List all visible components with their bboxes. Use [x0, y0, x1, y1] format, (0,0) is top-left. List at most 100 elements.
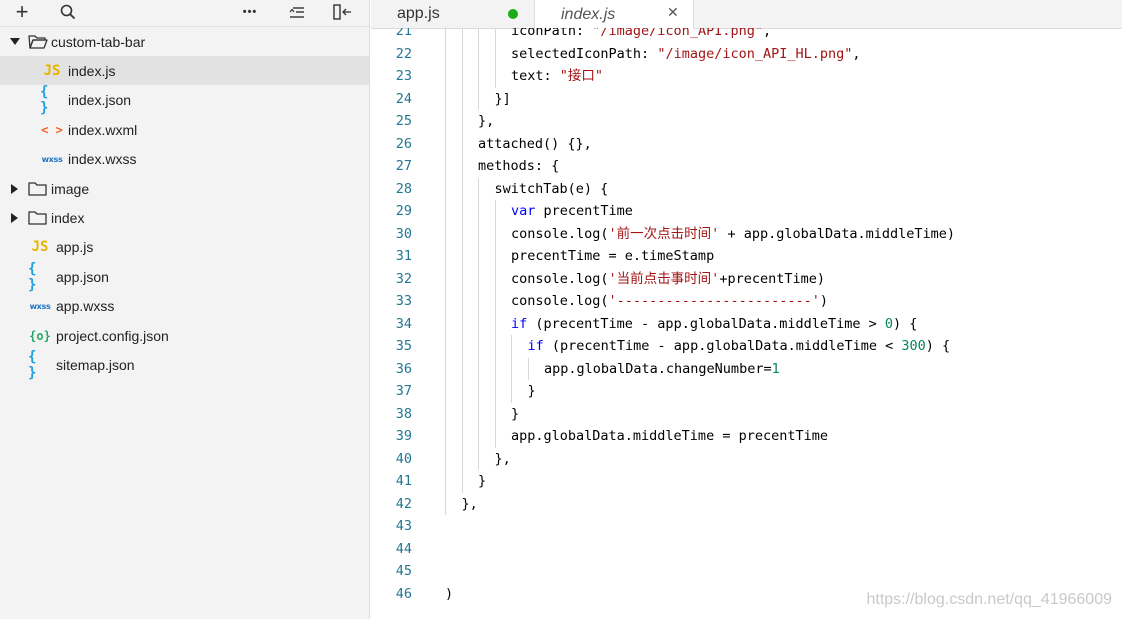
indent-guide — [494, 357, 496, 380]
tree-item-label: index.wxml — [68, 121, 138, 138]
code-line[interactable]: 45 — [371, 560, 1122, 582]
indent-guide — [478, 28, 479, 43]
indent-guide — [445, 380, 446, 403]
tree-item-app-json[interactable]: { } app.json — [0, 260, 369, 293]
code-line[interactable]: 41} — [371, 470, 1122, 493]
line-number: 42 — [395, 495, 412, 512]
wxml-file-icon: < > — [41, 122, 63, 137]
code-line[interactable]: 29 var precentTime — [371, 200, 1122, 223]
indent-guide — [461, 65, 463, 88]
code-text: }] — [495, 88, 511, 110]
code-line[interactable]: 24}] — [371, 87, 1122, 110]
tree-item-label: project.config.json — [56, 327, 169, 344]
line-number: 33 — [395, 293, 412, 309]
line-number: 27 — [395, 158, 412, 174]
code-token: 300 — [901, 338, 926, 354]
chevron-right-icon[interactable] — [5, 183, 25, 194]
tree-item-app-js[interactable]: JS app.js — [0, 233, 369, 262]
code-line[interactable]: 36 app.globalData.changeNumber=1 — [371, 357, 1122, 380]
code-line[interactable]: 27 methods: { — [371, 155, 1122, 178]
code-line[interactable]: 44 — [371, 538, 1122, 560]
tab-app-js[interactable]: app.js — [371, 0, 534, 28]
code-line[interactable]: 31 precentTime = e.timeStamp — [371, 245, 1122, 268]
code-token: precentTime — [535, 203, 633, 219]
tree-item-index-json[interactable]: { } index.json — [0, 84, 369, 116]
code-token: (precentTime - app.globalData.middleTime… — [543, 338, 902, 354]
indent-guide — [494, 402, 496, 425]
tab-index-js[interactable]: index.js ✕ — [534, 0, 694, 29]
tree-item-index[interactable]: index — [0, 203, 369, 232]
code-line[interactable]: 25}, — [371, 110, 1122, 133]
code-token: '------------------------' — [608, 293, 820, 309]
indent-guide — [461, 312, 463, 335]
tree-item-image[interactable]: image — [0, 174, 369, 203]
line-number: 40 — [395, 450, 412, 467]
editor-tab-bar: app.js index.js ✕ — [371, 0, 1122, 29]
indent-guide — [478, 402, 479, 425]
code-line[interactable]: 22 selectedIconPath: "/image/icon_API_HL.… — [371, 42, 1122, 65]
code-token: ) — [445, 585, 454, 602]
line-number: 38 — [395, 405, 412, 422]
code-text: console.log('当前点击事时间'+precentTime) — [511, 268, 825, 290]
code-line[interactable]: 37} — [371, 380, 1122, 403]
code-area[interactable]: 21 iconPath: "/image/icon_API.png", 22 sele… — [371, 28, 1122, 619]
code-line[interactable]: 33 console.log('------------------------'… — [371, 290, 1122, 313]
tree-item-index-wxss[interactable]: wxss index.wxss — [0, 145, 369, 174]
indent-guide — [494, 380, 496, 403]
code-line[interactable]: 28 switchTab(e) { — [371, 177, 1122, 200]
file-explorer: + ••• custom-tab-bar JS index.js { } index.j… — [0, 0, 370, 619]
json-file-icon: { } — [28, 260, 37, 293]
code-token: text: — [511, 68, 560, 84]
code-text: text: "接口" — [511, 65, 603, 87]
code-line[interactable]: 39 app.globalData.middleTime = precentTim… — [371, 425, 1122, 448]
close-icon[interactable]: ✕ — [667, 5, 679, 21]
line-number: 24 — [395, 90, 412, 107]
indent-guide — [461, 357, 463, 380]
indent-guide — [461, 222, 463, 245]
collapse-all-icon[interactable] — [287, 2, 307, 22]
code-line[interactable]: 43 — [371, 515, 1122, 537]
line-number: 29 — [395, 203, 412, 219]
indent-guide — [445, 447, 446, 470]
tree-item-index-js[interactable]: JS index.js — [0, 56, 369, 86]
code-line[interactable]: 35 if (precentTime - app.globalData.middl… — [371, 335, 1122, 358]
more-icon[interactable]: ••• — [238, 2, 262, 22]
code-line[interactable]: 23 text: "接口" — [371, 65, 1122, 88]
code-text: iconPath: "/image/icon_API.png", — [511, 28, 771, 42]
split-left-icon[interactable] — [332, 2, 354, 22]
indent-guide — [445, 200, 446, 223]
code-token: attached() {}, — [478, 135, 592, 152]
code-token: ) { — [925, 338, 951, 354]
code-token: switchTab(e) { — [494, 180, 609, 197]
indent-guide — [445, 245, 446, 268]
line-number: 22 — [395, 45, 412, 62]
code-line[interactable]: 30 console.log('前一次点击时间' + app.globalData… — [371, 222, 1122, 245]
code-line[interactable]: 40}, — [371, 447, 1122, 470]
add-icon[interactable]: + — [12, 0, 32, 24]
tree-item-sitemap-json[interactable]: { } sitemap.json — [0, 349, 369, 381]
code-line[interactable]: 42}, — [371, 492, 1122, 515]
tree-item-project-config-json[interactable]: {o} project.config.json — [0, 321, 369, 350]
indent-guide — [478, 380, 479, 403]
tree-item-index-wxml[interactable]: < > index.wxml — [0, 115, 369, 144]
tree-item-label: index.js — [68, 62, 116, 79]
code-text: } — [528, 380, 536, 402]
code-token: iconPath: — [511, 28, 593, 39]
chevron-right-icon[interactable] — [5, 212, 25, 223]
folder-icon — [25, 210, 51, 226]
indent-guide — [445, 110, 446, 133]
chevron-down-icon[interactable] — [5, 37, 25, 46]
tree-item-app-wxss[interactable]: wxss app.wxss — [0, 292, 369, 321]
indent-guide — [461, 380, 463, 403]
code-token: if — [527, 338, 544, 354]
tree-item-custom-tab-bar[interactable]: custom-tab-bar — [0, 27, 369, 56]
code-editor: app.js index.js ✕ 21 iconPath: "/image/ic… — [371, 0, 1122, 619]
code-line[interactable]: 21 iconPath: "/image/icon_API.png", — [371, 28, 1122, 43]
search-icon[interactable] — [58, 2, 78, 22]
code-line[interactable]: 34 if (precentTime - app.globalData.middl… — [371, 312, 1122, 335]
code-token: 1 — [771, 360, 780, 377]
line-number: 31 — [395, 248, 412, 264]
code-line[interactable]: 38} — [371, 402, 1122, 425]
code-line[interactable]: 32 console.log('当前点击事时间'+precentTime) — [371, 267, 1122, 290]
code-line[interactable]: 26 attached() {}, — [371, 132, 1122, 155]
